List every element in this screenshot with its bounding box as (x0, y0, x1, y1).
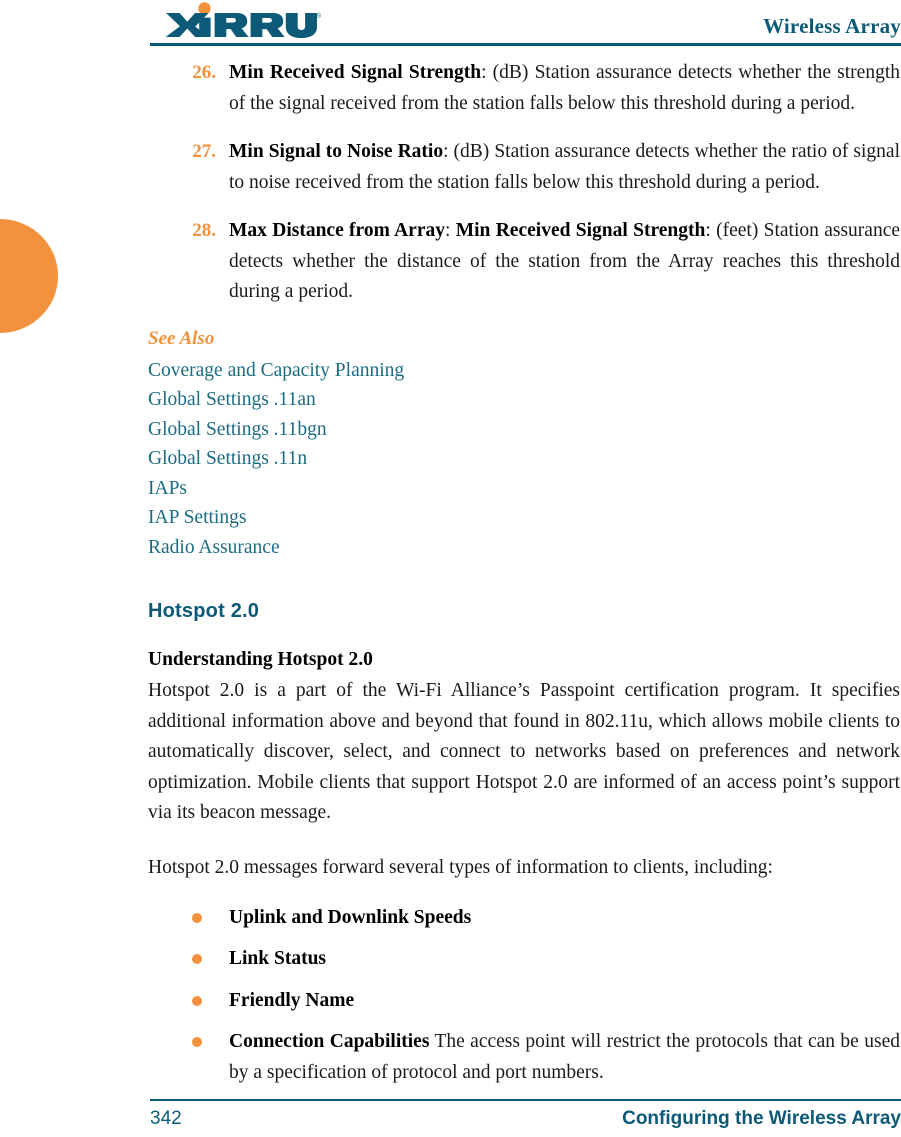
xirrus-logo: ® (164, 2, 324, 38)
list-item: 28. Max Distance from Array: Min Receive… (148, 216, 900, 308)
list-item-term-secondary: Min Received Signal Strength (455, 220, 706, 241)
section-heading-hotspot: Hotspot 2.0 (148, 600, 260, 622)
logo-orange-dot (198, 2, 211, 15)
see-also-link-list: Coverage and Capacity Planning Global Se… (148, 356, 900, 563)
bullet-dot-icon (192, 1037, 202, 1047)
list-item-term: Max Distance from Array (229, 220, 445, 241)
see-also-link[interactable]: Coverage and Capacity Planning (148, 356, 900, 386)
list-item-number: 28. (192, 220, 216, 241)
see-also-link[interactable]: Radio Assurance (148, 533, 900, 563)
list-item-term: Min Received Signal Strength (229, 62, 482, 83)
page-content: 26. Min Received Signal Strength: (dB) S… (148, 58, 900, 1099)
list-item-term: Min Signal to Noise Ratio (229, 141, 444, 162)
list-item-number: 26. (192, 62, 216, 83)
bullet-dot-icon (192, 954, 202, 964)
footer-divider (150, 1099, 901, 1101)
list-item: 27. Min Signal to Noise Ratio: (dB) Stat… (148, 137, 900, 198)
list-item-term: Friendly Name (229, 989, 355, 1011)
see-also-link[interactable]: IAP Settings (148, 503, 900, 533)
bullet-dot-icon (192, 912, 202, 923)
orange-edge-tab-decoration (0, 219, 58, 333)
see-also-link[interactable]: Global Settings .11an (148, 385, 900, 415)
header-title: Wireless Array (763, 14, 901, 38)
numbered-parameter-list: 26. Min Received Signal Strength: (dB) S… (148, 58, 900, 308)
list-item-term: Link Status (229, 948, 327, 969)
header-divider (150, 43, 901, 46)
list-item-term: Connection Capabilities (229, 1031, 430, 1052)
hotspot-info-bullet-list: Uplink and Downlink Speeds Link Status F… (148, 903, 900, 1089)
body-paragraph: Hotspot 2.0 messages forward several typ… (148, 856, 773, 878)
list-item-separator: : (444, 220, 456, 241)
subsection-heading-understanding: Understanding Hotspot 2.0 (148, 649, 373, 670)
body-paragraph: Hotspot 2.0 is a part of the Wi-Fi Allia… (148, 680, 900, 823)
document-page: ® Wireless Array 26. Min Received Signal… (0, 0, 901, 1137)
list-item: Link Status (148, 944, 900, 975)
list-item: Connection Capabilities The access point… (148, 1027, 900, 1088)
list-item: 26. Min Received Signal Strength: (dB) S… (148, 58, 900, 119)
see-also-link[interactable]: IAPs (148, 474, 900, 504)
bullet-dot-icon (192, 995, 202, 1006)
list-item-number: 27. (192, 141, 216, 162)
list-item-term: Uplink and Downlink Speeds (229, 906, 472, 928)
logo-registered-mark: ® (316, 12, 322, 20)
page-header: ® Wireless Array (150, 0, 901, 50)
list-item: Friendly Name (148, 986, 900, 1017)
footer-section-title: Configuring the Wireless Array (622, 1108, 901, 1129)
list-item: Uplink and Downlink Speeds (148, 903, 900, 934)
see-also-link[interactable]: Global Settings .11n (148, 444, 900, 474)
see-also-heading: See Also (148, 327, 215, 349)
see-also-link[interactable]: Global Settings .11bgn (148, 415, 900, 445)
footer-page-number: 342 (150, 1108, 182, 1129)
